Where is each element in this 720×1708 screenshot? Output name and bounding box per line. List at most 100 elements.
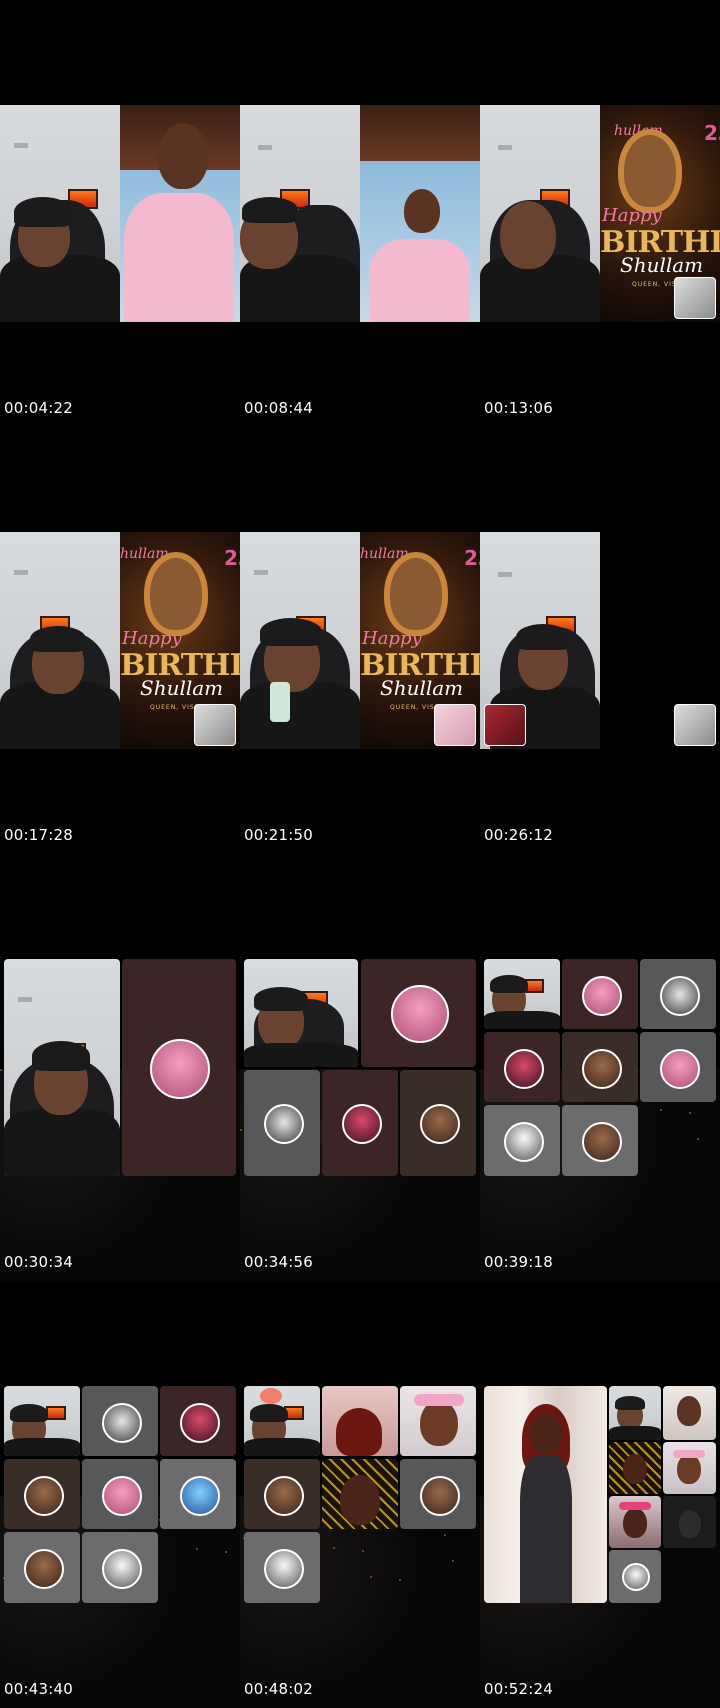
avatar-icon [102,1476,142,1516]
streamer-video [4,959,120,1176]
streamer-video [484,959,560,1029]
participant-tile[interactable] [484,1032,560,1102]
streamer-video [244,959,358,1067]
participant-thumbnail[interactable] [484,704,526,746]
participant-video[interactable] [322,1386,398,1456]
participant-tile[interactable] [484,1105,560,1176]
participant-video[interactable] [663,1496,716,1548]
avatar-icon [660,976,700,1016]
emoji-sticker [260,1388,282,1404]
participant-tile[interactable] [82,1459,158,1529]
streamer-video [609,1386,661,1440]
ember-spark [697,1138,699,1140]
frame-8: 00:34:56 [240,854,480,1281]
frame-3: hullam 23 Happy BIRTHDAY Shullam QUEEN, … [480,0,720,427]
timestamp: 00:30:34 [4,1253,73,1271]
avatar-icon [504,1122,544,1162]
ember-spark [0,1069,2,1071]
participant-tile[interactable] [244,1459,320,1529]
avatar-icon [342,1104,382,1144]
birthday-poster: hullam 23 Happy BIRTHDAY Shullam QUEEN, … [360,532,480,749]
timestamp: 00:13:06 [484,399,553,417]
avatar-icon [504,1049,544,1089]
ember-spark [333,1547,335,1549]
birthday-poster: hullam 23 Happy BIRTHDAY Shullam QUEEN, … [600,105,720,322]
participant-video-main[interactable] [484,1386,607,1603]
participant-video[interactable] [663,1386,716,1440]
participant-tile[interactable] [4,1459,80,1529]
timestamp: 00:21:50 [244,826,313,844]
ember-spark [240,1129,242,1131]
participant-tile[interactable] [244,1070,320,1176]
participant-tile[interactable] [361,959,476,1067]
frame-2: 00:08:44 [240,0,480,427]
avatar-icon [264,1104,304,1144]
ember-spark [399,1579,401,1581]
participant-thumbnail[interactable] [674,704,716,746]
streamer-video [0,532,120,749]
participant-tile[interactable] [400,1070,476,1176]
participant-tile[interactable] [82,1532,158,1603]
streamer-video [480,105,600,322]
avatar-icon [102,1403,142,1443]
ember-spark [452,1560,454,1562]
avatar-icon [24,1549,64,1589]
avatar-icon [420,1104,460,1144]
streamer-video [480,532,600,749]
participant-tile[interactable] [82,1386,158,1456]
avatar-icon [180,1476,220,1516]
participant-video[interactable] [322,1459,398,1529]
timestamp: 00:48:02 [244,1680,313,1698]
participant-tile[interactable] [4,1532,80,1603]
timestamp: 00:52:24 [484,1680,553,1698]
timestamp: 00:39:18 [484,1253,553,1271]
timestamp: 00:17:28 [4,826,73,844]
participant-tile[interactable] [400,1459,476,1529]
streamer-video [4,1386,80,1456]
birthday-poster: hullam 23 Happy BIRTHDAY Shullam QUEEN, … [120,532,240,749]
ember-spark [196,1548,198,1550]
participant-tile[interactable] [160,1386,236,1456]
avatar-icon [150,1039,210,1099]
frame-7: 00:30:34 [0,854,240,1281]
avatar-icon [24,1476,64,1516]
participant-video[interactable] [609,1442,661,1494]
guest-video [360,105,480,322]
frame-12: 00:52:24 [480,1281,720,1708]
ember-spark [689,1112,691,1114]
participant-video[interactable] [400,1386,476,1456]
participant-thumbnail[interactable] [674,277,716,319]
participant-video[interactable] [663,1442,716,1494]
timestamp: 00:34:56 [244,1253,313,1271]
participant-video[interactable] [609,1496,661,1548]
avatar-icon [582,1122,622,1162]
participant-tile[interactable] [322,1070,398,1176]
frame-1: 00:04:22 [0,0,240,427]
participant-thumbnail[interactable] [194,704,236,746]
participant-tile[interactable] [562,1032,638,1102]
streamer-video [244,1386,320,1456]
participant-tile[interactable] [562,959,638,1029]
avatar-icon [582,1049,622,1089]
fireplace-icon [46,1406,66,1420]
avatar-icon [264,1549,304,1589]
streamer-video [240,105,360,322]
participant-tile[interactable] [122,959,236,1176]
participant-tile[interactable] [244,1532,320,1603]
streamer-video [0,105,120,322]
timestamp: 00:04:22 [4,399,73,417]
participant-tile[interactable] [562,1105,638,1176]
participant-tile[interactable] [609,1550,661,1603]
participant-thumbnail[interactable] [434,704,476,746]
timestamp: 00:26:12 [484,826,553,844]
avatar-icon [582,976,622,1016]
drink-can [270,682,290,722]
participant-tile[interactable] [640,959,716,1029]
guest-video [120,105,240,322]
ember-spark [225,1551,227,1553]
frame-6: 00:26:12 [480,427,720,854]
avatar-icon [264,1476,304,1516]
participant-tile[interactable] [640,1032,716,1102]
participant-tile[interactable] [160,1459,236,1529]
avatar-icon [391,985,449,1043]
